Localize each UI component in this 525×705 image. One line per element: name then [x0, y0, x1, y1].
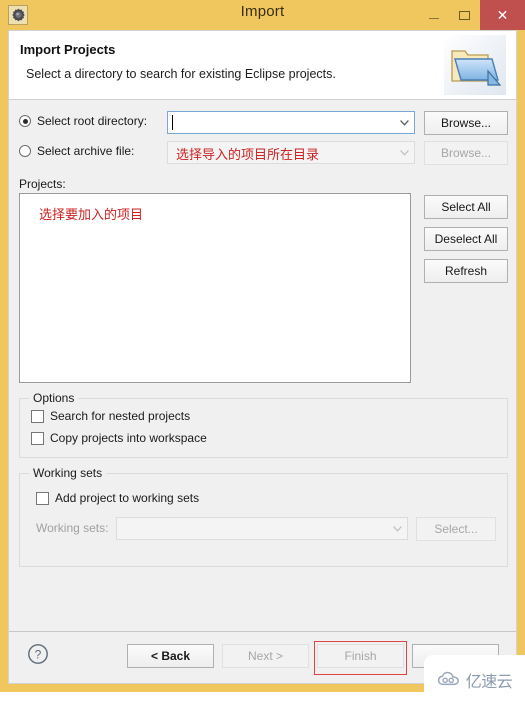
- select-root-directory-label: Select root directory:: [37, 114, 148, 128]
- options-group-title: Options: [29, 391, 79, 405]
- select-all-button[interactable]: Select All: [424, 195, 508, 219]
- refresh-button[interactable]: Refresh: [424, 259, 508, 283]
- radio-button-root-directory[interactable]: [19, 115, 31, 127]
- working-sets-combo-label-row: Working sets:: [36, 521, 108, 535]
- watermark: 亿速云: [424, 655, 525, 705]
- checkbox-search-nested-projects[interactable]: [31, 409, 44, 423]
- checkbox-copy-projects-into-workspace[interactable]: [31, 431, 44, 445]
- root-directory-combo[interactable]: [167, 111, 415, 134]
- open-folder-icon: [444, 35, 506, 95]
- select-root-directory-radio-row[interactable]: Select root directory:: [19, 114, 147, 128]
- text-caret: [172, 115, 173, 130]
- help-circle-icon[interactable]: ?: [27, 643, 49, 665]
- checkbox-row-copy-projects[interactable]: Copy projects into workspace: [31, 431, 207, 445]
- working-sets-label: Working sets:: [36, 521, 109, 535]
- deselect-all-button[interactable]: Deselect All: [424, 227, 508, 251]
- checkbox-row-add-to-working-sets[interactable]: Add project to working sets: [36, 491, 199, 505]
- checkbox-add-project-to-working-sets[interactable]: [36, 491, 49, 505]
- dialog-body: Select root directory: Browse... Select …: [9, 100, 516, 683]
- working-sets-combo: [116, 517, 408, 540]
- checkbox-label-add-to-working-sets: Add project to working sets: [55, 491, 200, 505]
- checkbox-row-search-nested[interactable]: Search for nested projects: [31, 409, 190, 423]
- minimize-icon[interactable]: [418, 0, 449, 30]
- annotation-select-directory: 选择导入的项目所在目录: [176, 148, 320, 163]
- import-dialog-window: Import ✕ Import Projects Select a direct…: [0, 0, 525, 692]
- watermark-text: 亿速云: [465, 672, 513, 691]
- dialog-header: Import Projects Select a directory to se…: [9, 31, 516, 100]
- working-sets-group: Working sets Add project to working sets…: [19, 466, 508, 567]
- select-archive-file-radio-row[interactable]: Select archive file:: [19, 144, 134, 158]
- page-description: Select a directory to search for existin…: [26, 67, 336, 81]
- checkbox-label-search-nested: Search for nested projects: [50, 409, 191, 423]
- working-sets-group-title: Working sets: [29, 466, 107, 480]
- chevron-down-icon-working-sets: [387, 518, 407, 539]
- chevron-down-icon[interactable]: [394, 112, 414, 133]
- back-button[interactable]: < Back: [127, 644, 214, 668]
- maximize-icon[interactable]: [449, 0, 480, 30]
- window-controls: ✕: [418, 0, 525, 30]
- footer-divider: [9, 631, 516, 632]
- projects-label: Projects:: [19, 177, 66, 191]
- annotation-select-projects: 选择要加入的项目: [39, 208, 144, 223]
- title-bar: Import ✕: [0, 0, 525, 30]
- page-title: Import Projects: [20, 42, 116, 57]
- select-archive-file-label: Select archive file:: [37, 144, 135, 158]
- close-icon[interactable]: ✕: [480, 0, 525, 30]
- next-button: Next >: [222, 644, 309, 668]
- working-sets-select-button: Select...: [416, 517, 496, 541]
- cloud-icon: [437, 671, 461, 690]
- chevron-down-icon-archive: [394, 142, 414, 163]
- svg-text:?: ?: [35, 648, 42, 662]
- radio-button-archive-file[interactable]: [19, 145, 31, 157]
- finish-button: Finish: [317, 644, 404, 668]
- checkbox-label-copy-projects: Copy projects into workspace: [50, 431, 207, 445]
- options-group: Options Search for nested projects Copy …: [19, 391, 508, 458]
- browse-root-directory-button[interactable]: Browse...: [424, 111, 508, 135]
- dialog-content: Import Projects Select a directory to se…: [8, 30, 517, 684]
- browse-archive-file-button: Browse...: [424, 141, 508, 165]
